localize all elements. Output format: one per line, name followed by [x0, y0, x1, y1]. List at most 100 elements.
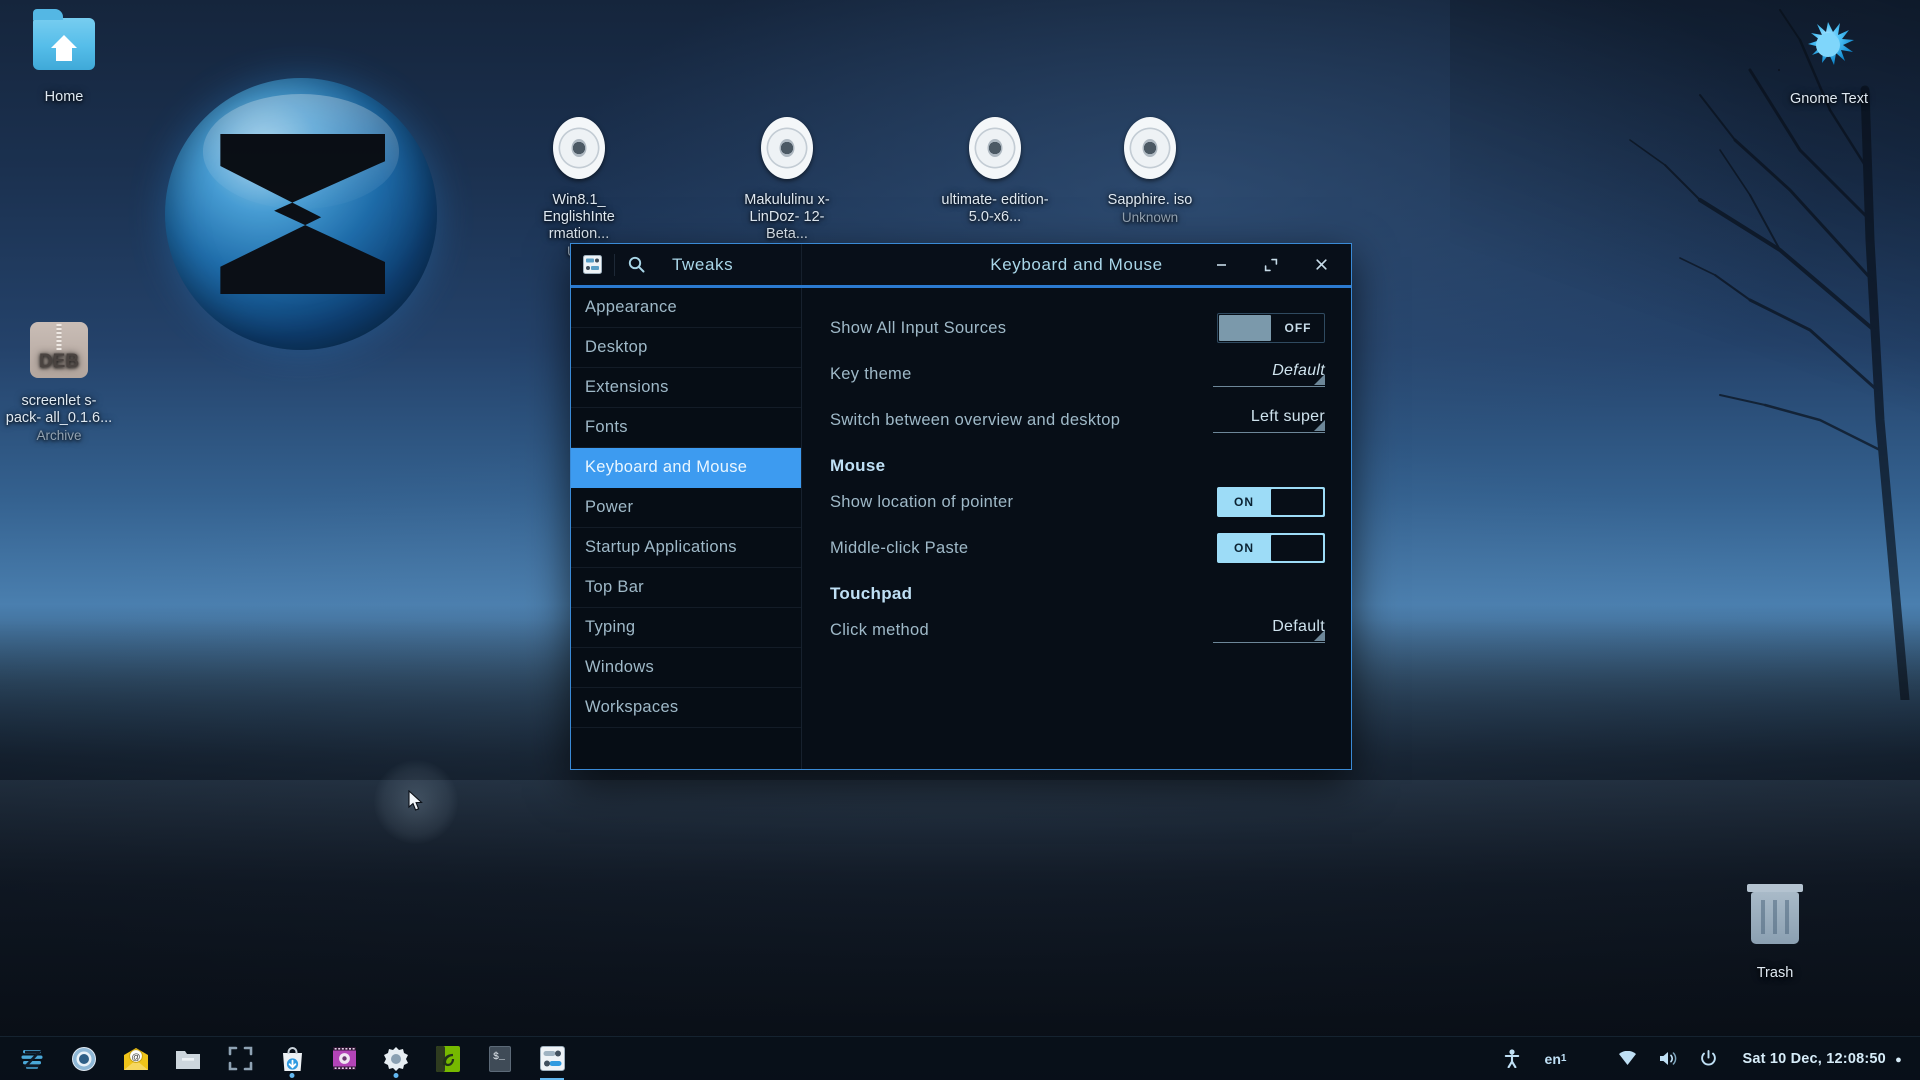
desktop-icon-ultimate-edition-iso[interactable]: ultimate- edition- 5.0-x6... — [941, 115, 1049, 226]
sidebar-item-label: Typing — [585, 618, 636, 636]
clock[interactable]: Sat 10 Dec, 12:08:50 ● — [1728, 1051, 1910, 1067]
show-location-of-pointer-toggle[interactable]: ON — [1217, 487, 1325, 517]
desktop-icon-label: Home — [44, 89, 84, 105]
click-method-dropdown[interactable]: Default — [1213, 618, 1325, 643]
taskbar-nvidia-settings-button[interactable] — [422, 1037, 474, 1080]
headerbar-left: Tweaks — [571, 244, 802, 285]
setting-row-show-location-of-pointer: Show location of pointer ON — [830, 480, 1325, 524]
sidebar-item-label: Fonts — [585, 418, 628, 436]
setting-label: Switch between overview and desktop — [830, 410, 1121, 429]
toggle-state-label: ON — [1234, 495, 1254, 509]
taskbar-software-store-button[interactable] — [266, 1037, 318, 1080]
system-tray: en 1 Sat 10 Dec, 12:08:50 ● — [1493, 1037, 1920, 1080]
desktop-icon-sublabel: Unknown — [1121, 210, 1179, 225]
sidebar-item-label: Keyboard and Mouse — [585, 458, 748, 476]
splash-icon — [1775, 14, 1883, 88]
desktop-icon-win81-iso[interactable]: Win8.1_ EnglishInte rmation... Unk — [525, 115, 633, 260]
desktop-icon-label-line3: rmation... — [548, 226, 610, 242]
svg-text:@: @ — [131, 1052, 140, 1062]
taskbar-screenshot-button[interactable] — [214, 1037, 266, 1080]
desktop-icon-screenlets-deb[interactable]: DEB screenlet s-pack- all_0.1.6... Archi… — [5, 316, 113, 444]
zorin-menu-icon — [21, 1049, 43, 1069]
sidebar-item-workspaces[interactable]: Workspaces — [571, 688, 801, 728]
window-titlebar[interactable]: Tweaks Keyboard and Mouse — [571, 244, 1351, 288]
close-button[interactable] — [1311, 255, 1331, 275]
taskbar-settings-button[interactable] — [370, 1037, 422, 1080]
taskbar[interactable]: @ $_ en 1 Sat 10 Dec, 12:08:50 ● — [0, 1036, 1920, 1080]
taskbar-zorin-menu-button[interactable] — [6, 1037, 58, 1080]
desktop-icon-home[interactable]: Home — [10, 9, 118, 106]
minimize-button[interactable] — [1211, 255, 1231, 275]
taskbar-mail-button[interactable]: @ — [110, 1037, 162, 1080]
key-theme-dropdown[interactable]: Default — [1213, 362, 1325, 387]
setting-label: Show location of pointer — [830, 492, 1014, 511]
desktop-icon-sapphire-iso[interactable]: Sapphire. iso Unknown — [1096, 115, 1204, 226]
desktop-icon-makulu-iso[interactable]: Makululinu x-LinDoz- 12-Beta... — [733, 115, 841, 243]
tweaks-icon — [583, 255, 602, 274]
setting-row-middle-click-paste: Middle-click Paste ON — [830, 526, 1325, 570]
keyboard-layout-indicator[interactable]: en 1 — [1531, 1037, 1581, 1080]
disc-icon — [1096, 115, 1204, 189]
power-button[interactable] — [1689, 1037, 1728, 1080]
setting-label: Click method — [830, 620, 929, 639]
sidebar-item-windows[interactable]: Windows — [571, 648, 801, 688]
desktop-icon-sublabel: Archive — [36, 428, 82, 443]
toggle-state-label: OFF — [1284, 321, 1312, 335]
search-button[interactable] — [615, 244, 658, 285]
sidebar-item-fonts[interactable]: Fonts — [571, 408, 801, 448]
dropdown-value: Default — [1272, 617, 1325, 635]
volume-button[interactable] — [1648, 1037, 1689, 1080]
taskbar-media-player-button[interactable] — [318, 1037, 370, 1080]
toggle-knob — [1271, 535, 1323, 561]
desktop-icon-label-line1: Gnome — [1790, 91, 1838, 107]
switch-overview-desktop-dropdown[interactable]: Left super — [1213, 408, 1325, 433]
media-player-icon — [332, 1047, 356, 1070]
sidebar-item-power[interactable]: Power — [571, 488, 801, 528]
taskbar-file-manager-button[interactable] — [162, 1037, 214, 1080]
network-button[interactable] — [1580, 1037, 1648, 1080]
desktop-background[interactable]: Home DEB screenlet s-pack- all_0.1.6... … — [0, 0, 1920, 1080]
sidebar-item-extensions[interactable]: Extensions — [571, 368, 801, 408]
taskbar-tweaks-button[interactable] — [526, 1037, 578, 1080]
setting-row-click-method: Click method Default — [830, 608, 1325, 652]
deb-package-icon: DEB — [5, 316, 113, 390]
desktop-icon-label-line1: Win8.1_ — [552, 192, 606, 208]
taskbar-chromium-button[interactable] — [58, 1037, 110, 1080]
desktop-icon-label-line1: Makululinu — [744, 192, 814, 208]
mail-client-icon: @ — [124, 1047, 148, 1070]
app-name-label: Tweaks — [672, 254, 734, 274]
maximize-button[interactable] — [1261, 255, 1281, 275]
dropdown-value: Default — [1272, 361, 1325, 379]
desktop-icon-gnome-text[interactable]: Gnome Text — [1775, 14, 1883, 108]
terminal-icon: $_ — [489, 1045, 511, 1072]
tweaks-window[interactable]: Tweaks Keyboard and Mouse Appearance Des… — [570, 243, 1352, 770]
trash-icon — [1721, 884, 1829, 962]
settings-sidebar[interactable]: Appearance Desktop Extensions Fonts Keyb… — [571, 288, 802, 769]
sidebar-item-desktop[interactable]: Desktop — [571, 328, 801, 368]
tweaks-app-icon-button[interactable] — [571, 244, 614, 285]
accessibility-button[interactable] — [1493, 1037, 1531, 1080]
sidebar-item-appearance[interactable]: Appearance — [571, 288, 801, 328]
sidebar-item-startup-applications[interactable]: Startup Applications — [571, 528, 801, 568]
desktop-icon-label-line2: Text — [1841, 91, 1868, 107]
taskbar-terminal-button[interactable]: $_ — [474, 1037, 526, 1080]
software-store-icon — [282, 1046, 302, 1071]
setting-label: Middle-click Paste — [830, 538, 969, 557]
tweaks-icon — [539, 1046, 565, 1071]
desktop-icon-label-line1: screenlet — [21, 393, 81, 409]
sidebar-item-label: Extensions — [585, 378, 669, 396]
desktop-icon-label-line2: edition- — [1001, 192, 1049, 208]
settings-content: Show All Input Sources OFF Key theme Def… — [802, 288, 1351, 769]
desktop-icon-trash[interactable]: Trash — [1721, 884, 1829, 982]
ink-splash-icon — [1808, 22, 1854, 65]
keyboard-layout-label: en — [1544, 1050, 1561, 1067]
middle-click-paste-toggle[interactable]: ON — [1217, 533, 1325, 563]
sidebar-item-label: Top Bar — [585, 578, 644, 596]
show-all-input-sources-toggle[interactable]: OFF — [1217, 313, 1325, 343]
desktop-icon-label-line2: iso — [1173, 192, 1193, 208]
setting-row-key-theme: Key theme Default — [830, 352, 1325, 396]
sidebar-item-typing[interactable]: Typing — [571, 608, 801, 648]
sidebar-item-keyboard-and-mouse[interactable]: Keyboard and Mouse — [571, 448, 801, 488]
sidebar-item-top-bar[interactable]: Top Bar — [571, 568, 801, 608]
section-heading-touchpad: Touchpad — [830, 584, 913, 603]
